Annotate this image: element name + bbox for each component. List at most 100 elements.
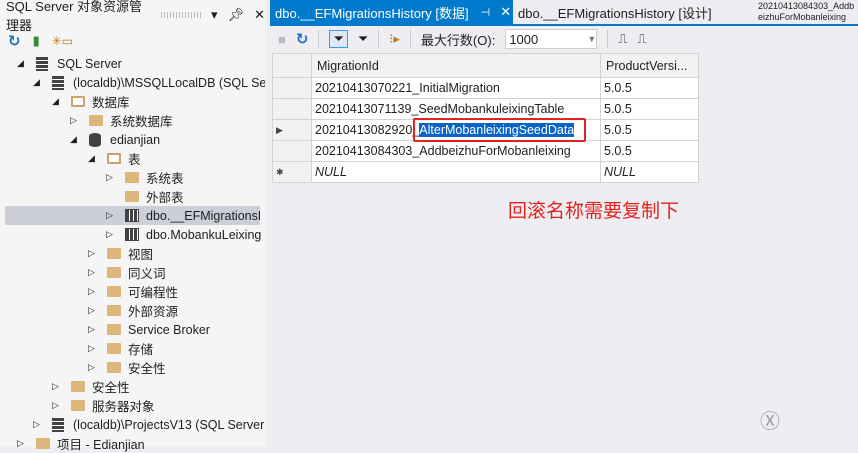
- tree-node[interactable]: ▷ 系统数据库: [0, 111, 265, 130]
- cell-text: NULL: [315, 165, 347, 179]
- max-rows-value: 1000: [509, 31, 539, 47]
- tree-node[interactable]: ▷ 可编程性: [0, 282, 265, 301]
- collapse-arrow-icon[interactable]: ◢: [17, 58, 24, 69]
- cell-migration-id[interactable]: NULL: [311, 161, 601, 183]
- expand-arrow-icon[interactable]: ▷: [52, 381, 59, 392]
- refresh-icon[interactable]: ↻: [296, 30, 309, 48]
- script-export-icon[interactable]: ⎍: [618, 31, 627, 47]
- tab-label: 20210413084303_AddbeizhuForMobanleixing: [758, 1, 855, 22]
- column-header[interactable]: MigrationId: [311, 53, 601, 78]
- table-row[interactable]: 20210413071139_SeedMobankuleixingTable 5…: [272, 98, 699, 120]
- tree-node[interactable]: ▷ 项目 - Edianjian: [0, 434, 265, 453]
- expand-arrow-icon[interactable]: ▷: [17, 438, 24, 449]
- tree-node[interactable]: ▷ 外部资源: [0, 301, 265, 320]
- collapse-arrow-icon[interactable]: ◢: [33, 77, 40, 88]
- tree-node[interactable]: ▷ 同义词: [0, 263, 265, 282]
- expand-arrow-icon[interactable]: ▷: [88, 286, 95, 297]
- tree-node[interactable]: ◢ (localdb)\MSSQLLocalDB (SQL Server: [0, 73, 265, 92]
- table-row[interactable]: ✱ NULL NULL: [272, 161, 699, 183]
- folder-icon: [107, 267, 121, 278]
- tab-design[interactable]: dbo.__EFMigrationsHistory [设计]: [513, 0, 712, 24]
- cell-text: 20210413084303_AddbeizhuForMobanleixing: [315, 144, 571, 158]
- tree-node-label: 安全性: [128, 362, 166, 376]
- clear-filter-icon[interactable]: ⏷: [329, 30, 348, 48]
- expand-arrow-icon[interactable]: ▷: [88, 305, 95, 316]
- folder-open-icon: [71, 96, 85, 107]
- script-export2-icon[interactable]: ⎍: [637, 31, 646, 47]
- folder-icon: [71, 400, 85, 411]
- cell-migration-id[interactable]: 20210413084303_AddbeizhuForMobanleixing: [311, 140, 601, 162]
- tree-node[interactable]: ◢ edianjian: [0, 130, 265, 149]
- tree-node[interactable]: ▷ dbo.__EFMigrationsHistory: [5, 206, 260, 225]
- cell-product-version[interactable]: NULL: [600, 161, 699, 183]
- pin-icon[interactable]: ⊣: [481, 6, 491, 19]
- tree-node-label: 外部表: [146, 191, 184, 205]
- collapse-arrow-icon[interactable]: ◢: [88, 153, 95, 164]
- corner-header[interactable]: [272, 53, 312, 78]
- cell-migration-id[interactable]: 20210413070221_InitialMigration: [311, 77, 601, 99]
- tree-node[interactable]: ▷ Service Broker: [0, 320, 265, 339]
- expand-arrow-icon[interactable]: ▷: [106, 229, 113, 240]
- cell-migration-id[interactable]: 20210413071139_SeedMobankuleixingTable: [311, 98, 601, 120]
- filter-icon[interactable]: ⏷: [358, 31, 368, 47]
- row-header[interactable]: ✱: [272, 161, 312, 183]
- tree-node[interactable]: ▷ 安全性: [0, 377, 265, 396]
- expand-arrow-icon[interactable]: ▷: [88, 324, 95, 335]
- close-icon[interactable]: ✕: [500, 4, 511, 20]
- new-query-icon[interactable]: ✳▭: [52, 34, 73, 48]
- refresh-icon[interactable]: ↻: [8, 32, 21, 50]
- cell-product-version[interactable]: 5.0.5: [600, 119, 699, 141]
- row-header[interactable]: [272, 140, 312, 162]
- tree-node[interactable]: ◢ SQL Server: [0, 54, 265, 73]
- tree-node[interactable]: ◢ 数据库: [0, 92, 265, 111]
- cell-product-version[interactable]: 5.0.5: [600, 98, 699, 120]
- folder-icon: [107, 343, 121, 354]
- collapse-arrow-icon[interactable]: ◢: [70, 134, 77, 145]
- tree-node[interactable]: ▷ 系统表: [0, 168, 265, 187]
- tree-node[interactable]: ▷ 服务器对象: [0, 396, 265, 415]
- row-header[interactable]: [272, 77, 312, 99]
- tree-node[interactable]: ▷ 安全性: [0, 358, 265, 377]
- row-header[interactable]: [272, 98, 312, 120]
- expand-arrow-icon[interactable]: ▷: [52, 400, 59, 411]
- expand-arrow-icon[interactable]: ▷: [88, 362, 95, 373]
- expand-arrow-icon[interactable]: ▷: [106, 172, 113, 183]
- logo-icon: Ⓧ: [760, 411, 780, 433]
- tree-node-label: 数据库: [92, 96, 130, 110]
- column-header[interactable]: ProductVersi...: [600, 53, 699, 78]
- tree-node[interactable]: ◢ 表: [0, 149, 265, 168]
- expand-arrow-icon[interactable]: ▷: [88, 248, 95, 259]
- pin-icon[interactable]: 📌︎: [228, 7, 245, 23]
- close-icon[interactable]: ✕: [254, 7, 265, 23]
- tree-node[interactable]: ▷ dbo.MobankuLeixing: [0, 225, 265, 244]
- table-row[interactable]: 20210413070221_InitialMigration 5.0.5: [272, 77, 699, 99]
- script-icon[interactable]: ⁝▸: [389, 31, 400, 47]
- tab-data[interactable]: dbo.__EFMigrationsHistory [数据] ⊣ ✕: [270, 0, 513, 24]
- stop-icon[interactable]: ■: [278, 32, 286, 47]
- object-explorer-panel: SQL Server 对象资源管理器 ▾ 📌︎ ✕ ↻ ▮ ✳▭ ◢ SQL Se…: [0, 0, 265, 452]
- expand-arrow-icon[interactable]: ▷: [88, 267, 95, 278]
- expand-arrow-icon[interactable]: ▷: [33, 419, 40, 430]
- max-rows-label: 最大行数(O):: [420, 32, 496, 48]
- expand-arrow-icon[interactable]: ▷: [70, 115, 77, 126]
- expand-arrow-icon[interactable]: ▷: [106, 210, 113, 221]
- tab-migration[interactable]: 20210413084303_AddbeizhuForMobanleixing: [755, 0, 855, 24]
- cell-product-version[interactable]: 5.0.5: [600, 77, 699, 99]
- row-header[interactable]: ▶: [272, 119, 312, 141]
- tree-node[interactable]: ▷ 视图: [0, 244, 265, 263]
- dropdown-icon[interactable]: ▾: [211, 7, 218, 23]
- max-rows-select[interactable]: 1000 ▼: [505, 29, 598, 49]
- folder-icon: [125, 172, 139, 183]
- tree-node-label: 存储: [128, 343, 154, 357]
- tree-node[interactable]: ▷ 存储: [0, 339, 265, 358]
- drag-grip[interactable]: [161, 12, 202, 18]
- tree-node[interactable]: 外部表: [0, 187, 265, 206]
- cell-product-version[interactable]: 5.0.5: [600, 140, 699, 162]
- expand-arrow-icon[interactable]: ▷: [88, 343, 95, 354]
- collapse-arrow-icon[interactable]: ◢: [52, 96, 59, 107]
- annotation-text: 回滚名称需要复制下: [508, 201, 680, 222]
- tree-node[interactable]: ▷ (localdb)\ProjectsV13 (SQL Server: [0, 415, 265, 434]
- add-server-icon[interactable]: ▮: [33, 33, 40, 49]
- table-row[interactable]: 20210413084303_AddbeizhuForMobanleixing …: [272, 140, 699, 162]
- servers-icon: [36, 56, 48, 71]
